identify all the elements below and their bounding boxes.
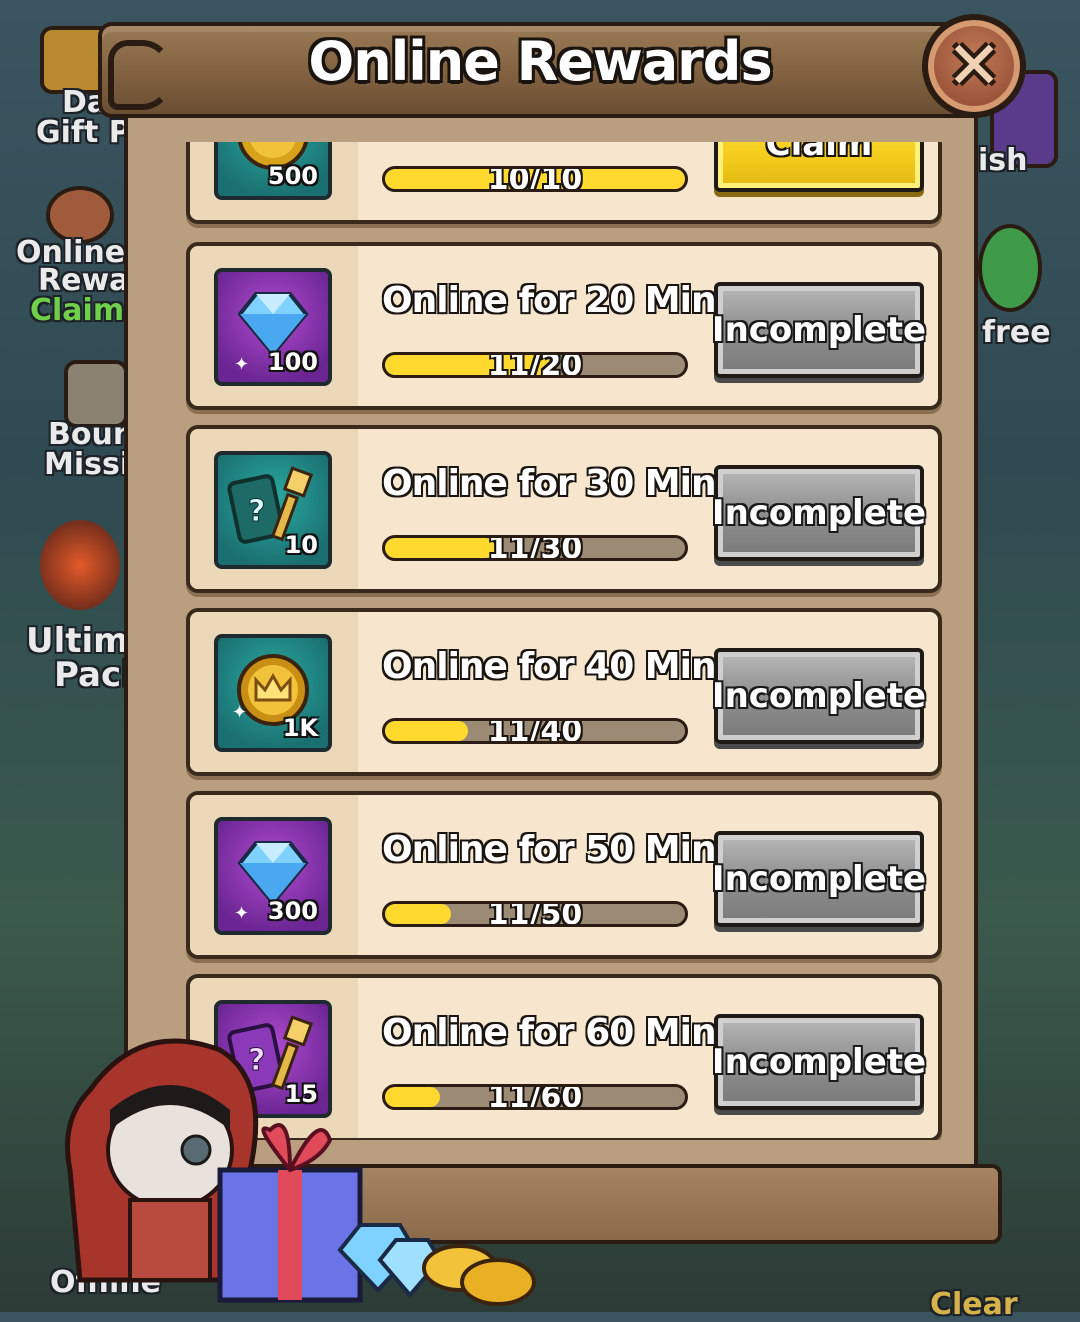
- dialog-title: Online Rewards: [308, 30, 772, 93]
- reward-icon-cell: 500: [190, 142, 358, 220]
- close-icon: ✕: [946, 27, 1002, 104]
- reward-icon-cell: ✦ 1K: [190, 612, 358, 772]
- reward-quantity: 100: [267, 348, 318, 376]
- reward-title: Online for 50 Min: [382, 829, 717, 870]
- reward-row-40-min: ✦ 1K Online for 40 Min 11/40 Incomplete: [186, 608, 942, 776]
- close-button[interactable]: ✕: [922, 14, 1026, 118]
- bg-clear-label: Clear: [930, 1287, 1018, 1322]
- bg-bounty-label: Boun: [48, 417, 135, 452]
- progress-text: 11/40: [487, 718, 583, 744]
- reward-quantity: 10: [284, 531, 318, 559]
- progress-bar: 11/30: [382, 535, 688, 561]
- incomplete-button[interactable]: Incomplete: [712, 831, 926, 927]
- svg-text:?: ?: [248, 494, 265, 529]
- incomplete-button[interactable]: Incomplete: [712, 465, 926, 561]
- diamond-reward-icon: ✦ 300: [214, 817, 332, 935]
- bg-ultimate-pack-label-2: Pacl: [54, 655, 133, 695]
- free-offer-icon: [978, 224, 1042, 312]
- gold-coin-reward-icon: ✦ 1K: [214, 634, 332, 752]
- svg-text:✦: ✦: [232, 702, 247, 723]
- reward-quantity: 1K: [282, 714, 318, 742]
- progress-bar: 11/20: [382, 352, 688, 378]
- progress-bar: 10/10: [382, 166, 688, 192]
- svg-text:✦: ✦: [234, 354, 249, 375]
- reward-title: Online for 40 Min: [382, 646, 717, 687]
- reward-icon-cell: ✦ 100: [190, 246, 358, 406]
- reward-list[interactable]: 500 10/10 Claim ✦ 100 Online for 20 Min …: [186, 142, 942, 1140]
- reward-row-20-min: ✦ 100 Online for 20 Min 11/20 Incomplete: [186, 242, 942, 410]
- reward-quantity: 300: [267, 897, 318, 925]
- reward-title: Online for 20 Min: [382, 280, 717, 321]
- reward-row-50-min: ✦ 300 Online for 50 Min 11/50 Incomplete: [186, 791, 942, 959]
- reward-row-30-min: ? 10 Online for 30 Min 11/30 Incomplete: [186, 425, 942, 593]
- progress-bar: 11/50: [382, 901, 688, 927]
- incomplete-button[interactable]: Incomplete: [712, 282, 926, 378]
- reward-icon-cell: ✦ 300: [190, 795, 358, 955]
- progress-text: 11/50: [487, 901, 583, 927]
- incomplete-button[interactable]: Incomplete: [712, 1014, 926, 1110]
- reward-quantity: 500: [267, 162, 318, 190]
- diamond-reward-icon: ✦ 100: [214, 268, 332, 386]
- progress-bar: 11/40: [382, 718, 688, 744]
- reward-row-claimable: 500 10/10 Claim: [186, 142, 942, 224]
- progress-text: 11/20: [487, 352, 583, 378]
- reward-title: Online for 30 Min: [382, 463, 717, 504]
- incomplete-button[interactable]: Incomplete: [712, 648, 926, 744]
- svg-text:✦: ✦: [234, 903, 249, 924]
- mystery-card-reward-icon: ? 10: [214, 451, 332, 569]
- bg-free-label: free: [982, 315, 1051, 350]
- mascot-illustration: [65, 1038, 536, 1306]
- gold-coins-icon: [422, 1244, 536, 1306]
- claim-button[interactable]: Claim: [714, 142, 924, 192]
- reward-icon-cell: ? 10: [190, 429, 358, 589]
- progress-text: 10/10: [487, 166, 583, 192]
- progress-text: 11/30: [487, 535, 583, 561]
- sword-icon: [40, 520, 120, 610]
- gold-coin-reward-icon: 500: [214, 142, 332, 200]
- bg-wish-label: ish: [978, 143, 1028, 178]
